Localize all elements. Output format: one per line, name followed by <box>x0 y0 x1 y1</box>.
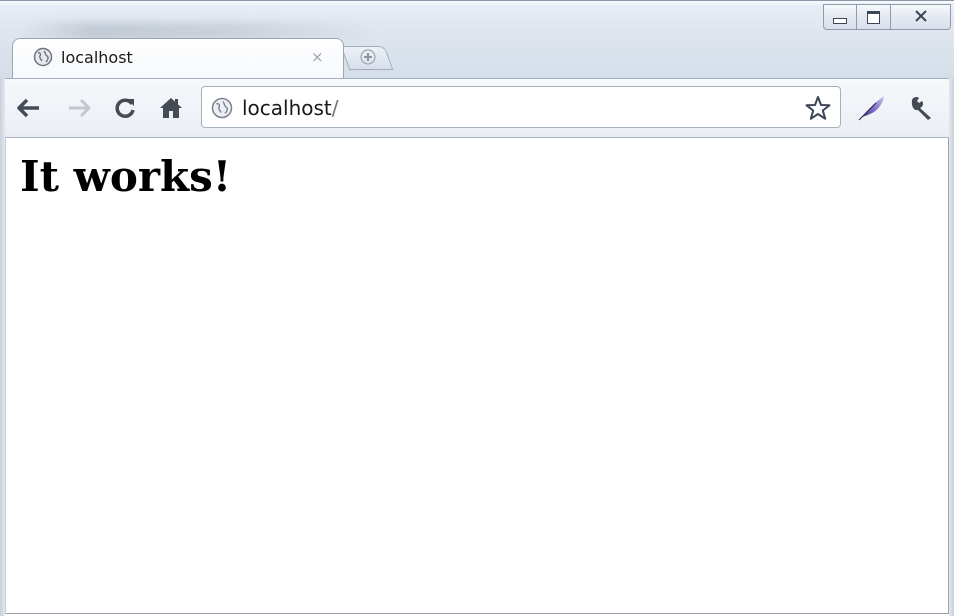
address-bar[interactable]: localhost/ <box>201 86 841 128</box>
window-controls <box>823 4 951 30</box>
tab-content: localhost <box>33 47 133 67</box>
wrench-icon <box>911 96 931 120</box>
forward-arrow-icon <box>69 98 91 118</box>
settings-button[interactable] <box>906 93 936 123</box>
title-bar-edge <box>0 0 954 5</box>
toolbar: localhost/ <box>0 78 954 138</box>
tab-title: localhost <box>61 47 133 67</box>
plus-icon <box>360 49 376 65</box>
star-icon[interactable] <box>804 94 832 122</box>
back-button[interactable] <box>14 93 44 123</box>
minimize-button[interactable] <box>823 4 857 30</box>
url-path: / <box>331 96 339 120</box>
page-heading: It works! <box>20 152 232 201</box>
globe-icon <box>211 97 233 119</box>
close-icon <box>914 9 928 25</box>
extension-button[interactable] <box>856 93 886 123</box>
url-text[interactable]: localhost/ <box>242 96 339 120</box>
page-content: It works! <box>5 138 949 614</box>
tab-close-button[interactable]: × <box>311 48 324 66</box>
url-host: localhost <box>242 96 332 120</box>
browser-window: localhost × localhost/ It works! <box>0 0 954 616</box>
title-bar: localhost × <box>0 0 954 78</box>
restore-icon <box>867 10 880 24</box>
back-arrow-icon <box>17 98 39 118</box>
maximize-button[interactable] <box>857 4 891 30</box>
home-button[interactable] <box>156 93 186 123</box>
tab-localhost[interactable]: localhost × <box>12 38 344 78</box>
reload-button[interactable] <box>110 93 140 123</box>
home-icon <box>160 98 182 118</box>
close-window-button[interactable] <box>891 4 951 30</box>
globe-icon <box>33 47 53 67</box>
minimize-icon <box>833 18 847 24</box>
reload-icon <box>115 98 135 118</box>
window-frame-right <box>949 78 954 616</box>
feather-icon <box>858 96 884 121</box>
forward-button[interactable] <box>64 93 94 123</box>
